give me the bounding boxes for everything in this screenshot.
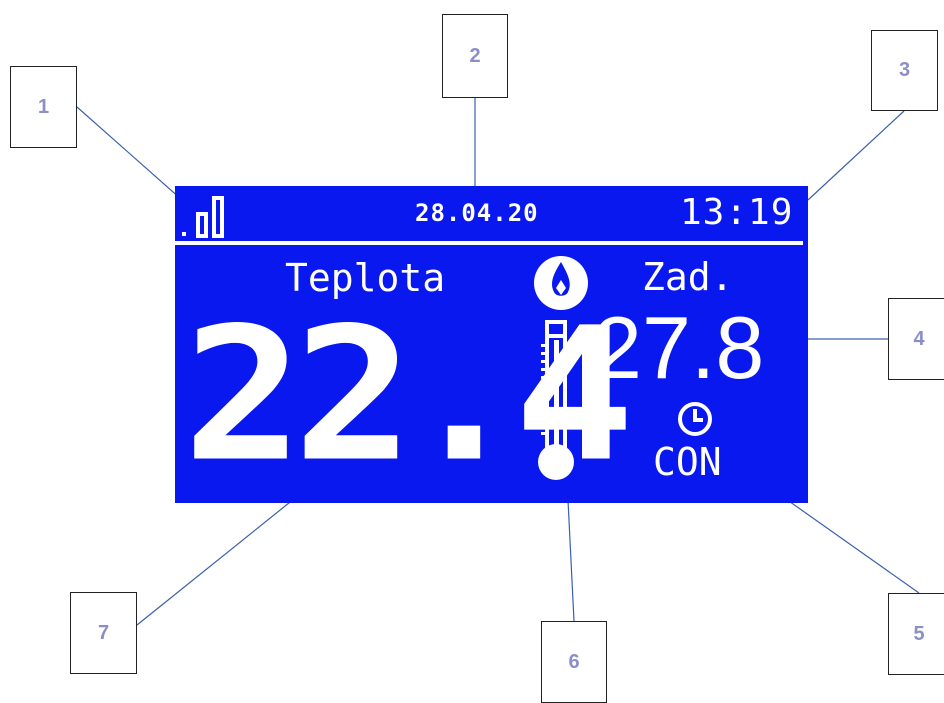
- callout-4: 4: [888, 298, 944, 380]
- header-divider: [175, 241, 803, 245]
- callout-5: 5: [888, 593, 944, 675]
- lcd-display: 28.04.20 13:19 Teplota Zad. 27.8 22.4 CO…: [175, 186, 808, 503]
- leader-line-3: [807, 110, 905, 201]
- clock-icon: [678, 402, 712, 436]
- callout-6: 6: [541, 621, 607, 703]
- setpoint-label: Zad.: [642, 255, 734, 299]
- leader-line-1: [76, 106, 191, 208]
- thermometer-icon: [538, 320, 574, 480]
- date-readout: 28.04.20: [415, 199, 539, 227]
- callout-2: 2: [442, 14, 508, 98]
- callout-1: 1: [10, 66, 77, 148]
- operating-mode: CON: [653, 440, 722, 484]
- callout-3: 3: [871, 30, 938, 111]
- signal-strength-icon: [182, 196, 224, 238]
- time-readout: 13:19: [680, 192, 794, 233]
- callout-7: 7: [70, 592, 137, 674]
